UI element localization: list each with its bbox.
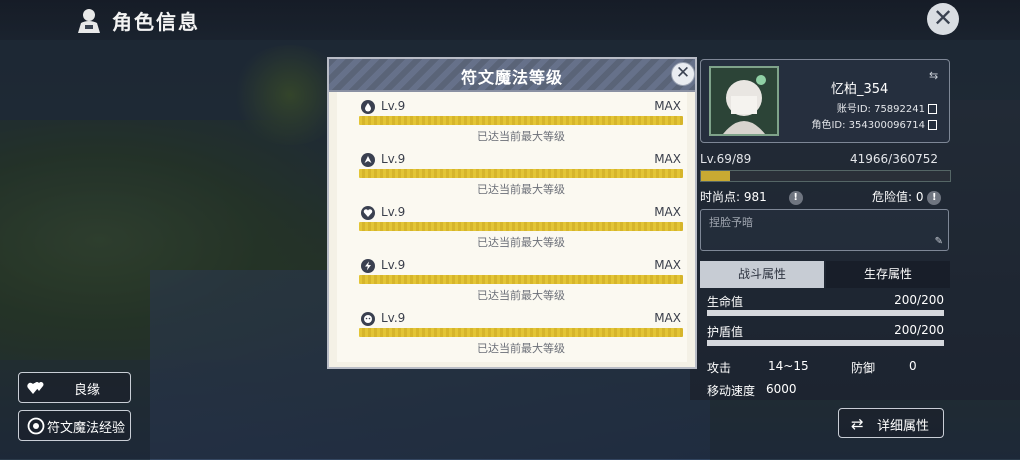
player-name: 忆柏_354 (831, 82, 889, 97)
exp-text: 41966/360752 (850, 152, 939, 166)
shield-label: 护盾值 (707, 325, 744, 339)
rune-status-text: 已达当前最大等级 (477, 183, 565, 196)
rune-row: Lv.9 MAX 已达当前最大等级 (351, 256, 683, 306)
avatar-portrait-icon (711, 68, 777, 134)
tab-survival-attributes[interactable]: 生存属性 (826, 261, 950, 288)
rune-status-text: 已达当前最大等级 (477, 236, 565, 249)
rune-max-label: MAX (654, 311, 681, 325)
rune-progress-bar (359, 169, 683, 178)
copy-icon[interactable] (928, 120, 937, 130)
rune-progress-bar (359, 222, 683, 231)
rune-max-label: MAX (654, 258, 681, 272)
rune-list: Lv.9 MAX 已达当前最大等级 Lv.9 MAX 已达当前最大等级 Lv.9… (337, 92, 687, 362)
rune-level: Lv.9 (381, 205, 406, 219)
dialog-header: 符文魔法等级 ✕ (329, 59, 695, 92)
role-id: 角色ID: 354300096714 (811, 116, 937, 131)
switch-icon[interactable]: ⇆ (929, 69, 938, 82)
copy-icon[interactable] (928, 104, 937, 114)
face-rune-icon (361, 312, 375, 326)
signature-placeholder: 捏脸予暗 (709, 216, 753, 229)
lightning-rune-icon (361, 259, 375, 273)
level-text: Lv.69/89 (700, 152, 752, 166)
speed-label: 移动速度 (707, 384, 756, 398)
rune-status-text: 已达当前最大等级 (477, 289, 565, 302)
rune-row: Lv.9 MAX 已达当前最大等级 (351, 309, 683, 359)
exp-progress-fill (701, 171, 730, 181)
page-title: 角色信息 (112, 10, 200, 34)
heart-rune-icon (361, 206, 375, 220)
rune-progress-bar (359, 275, 683, 284)
rune-max-label: MAX (654, 99, 681, 113)
affinity-button[interactable]: 良缘 (18, 372, 131, 403)
role-id-text: 角色ID: 354300096714 (811, 120, 925, 131)
profile-card: 忆柏_354 ⇆ 账号ID: 75892241 角色ID: 3543000967… (700, 59, 950, 143)
rune-magic-icon (27, 417, 45, 435)
rune-row: Lv.9 MAX 已达当前最大等级 (351, 203, 683, 253)
rune-max-label: MAX (654, 152, 681, 166)
tab-combat-attributes[interactable]: 战斗属性 (700, 261, 824, 288)
affinity-label: 良缘 (74, 383, 101, 398)
defense-label: 防御 (851, 361, 876, 375)
rune-status-text: 已达当前最大等级 (477, 130, 565, 143)
signature-field[interactable]: 捏脸予暗 ✎ (700, 209, 949, 251)
hp-bar (707, 310, 944, 316)
time-points-text: 时尚点: 981 (700, 190, 767, 204)
flame-rune-icon (361, 153, 375, 167)
speed-value: 6000 (766, 382, 797, 396)
rune-level: Lv.9 (381, 258, 406, 272)
rune-row: Lv.9 MAX 已达当前最大等级 (351, 150, 683, 200)
rune-level-dialog: 符文魔法等级 ✕ Lv.9 MAX 已达当前最大等级 Lv.9 MAX 已达当前… (327, 57, 697, 369)
close-button[interactable]: ✕ (927, 3, 959, 35)
rune-row: Lv.9 MAX 已达当前最大等级 (351, 97, 683, 147)
rune-level: Lv.9 (381, 152, 406, 166)
danger-text: 危险值: 0 (872, 190, 924, 204)
swap-arrows-icon: ⇄ (851, 415, 864, 433)
rune-exp-button[interactable]: 符文魔法经验 (18, 410, 131, 441)
attack-label: 攻击 (707, 361, 732, 375)
time-points: 时尚点: 981 ! (700, 188, 803, 205)
shield-value: 200/200 (894, 323, 944, 337)
dialog-close-button[interactable]: ✕ (671, 62, 695, 86)
hp-value: 200/200 (894, 293, 944, 307)
header-bar: 角色信息 ✕ (0, 0, 1020, 40)
account-id: 账号ID: 75892241 (837, 100, 937, 115)
danger-value: 危险值: 0 ! (872, 188, 942, 205)
rune-level: Lv.9 (381, 99, 406, 113)
avatar[interactable] (709, 66, 779, 136)
hearts-icon (27, 382, 44, 394)
rune-level: Lv.9 (381, 311, 406, 325)
attack-value: 14~15 (768, 359, 809, 373)
rune-progress-bar (359, 328, 683, 337)
detail-attributes-button[interactable]: ⇄ 详细属性 (838, 408, 944, 438)
defense-value: 0 (909, 359, 917, 373)
rune-progress-bar (359, 116, 683, 125)
edit-pencil-icon[interactable]: ✎ (935, 236, 943, 247)
character-icon (78, 9, 100, 33)
detail-attributes-label: 详细属性 (877, 419, 930, 434)
rune-status-text: 已达当前最大等级 (477, 342, 565, 355)
rune-max-label: MAX (654, 205, 681, 219)
hp-label: 生命值 (707, 295, 744, 309)
info-icon[interactable]: ! (788, 190, 803, 205)
droplet-rune-icon (361, 100, 375, 114)
account-id-text: 账号ID: 75892241 (836, 104, 925, 115)
info-icon[interactable]: ! (927, 190, 942, 205)
exp-progress-bar (700, 170, 951, 182)
dialog-title: 符文魔法等级 (460, 68, 563, 87)
rune-exp-label: 符文魔法经验 (47, 421, 126, 436)
shield-bar (707, 340, 944, 346)
